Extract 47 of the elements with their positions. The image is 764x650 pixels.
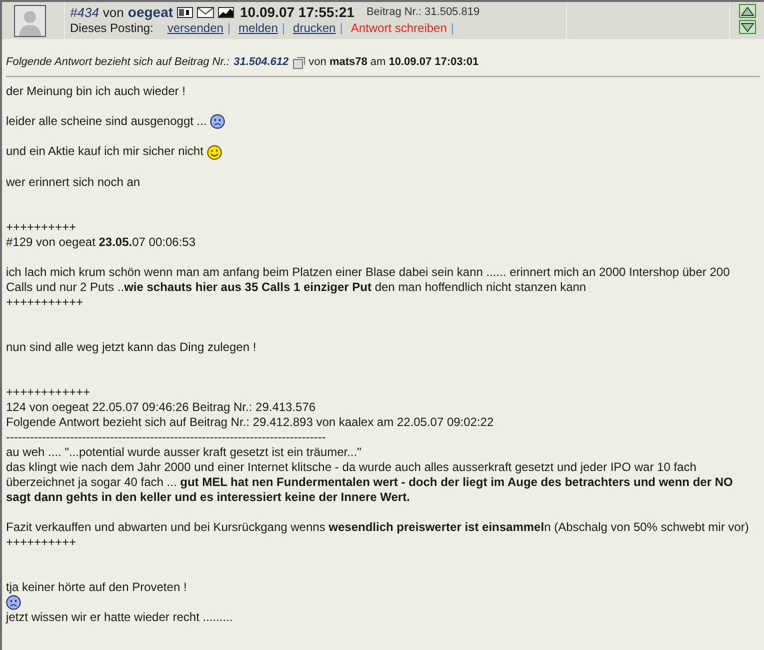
post-text: tja keiner hörte auf den Proveten ! bbox=[6, 580, 187, 594]
post-text: ++++++++++++ bbox=[6, 384, 90, 399]
post-text: das klingt wie nach dem Jahr 2000 und einer Internet klitsche - da wurde auch alles ausserkraft gesetzt und jeder IPO war 10 fach überzeichnet ja sogar 40 fach ... gut MEL hat nen Fundermentalen wert - doch der liegt im Auge des betrachters und wenn der NO sagt dann gehts in den keller und es interessiert keine der Innere Wert. bbox=[6, 460, 733, 504]
quote-author-date: von mats78 am 10.09.07 17:03:01 bbox=[308, 55, 479, 70]
triangle-down-icon bbox=[740, 22, 754, 32]
post-text: -------------------------------------------------------------------------------- bbox=[6, 430, 326, 444]
sad-face-icon bbox=[6, 594, 21, 610]
post-id: Beitrag Nr.: 31.505.819 bbox=[366, 5, 480, 20]
profile-icon[interactable] bbox=[177, 7, 194, 18]
winking-face-icon bbox=[206, 144, 222, 160]
by-label: von bbox=[102, 5, 124, 20]
post-text: Folgende Antwort bezieht sich auf Beitrag Nr.: 29.412.893 von kaalex am 22.05.07 09:02:22 bbox=[6, 414, 494, 429]
actions-label: Dieses Posting: bbox=[70, 21, 154, 36]
scroll-down-button[interactable] bbox=[738, 20, 756, 34]
scroll-up-button[interactable] bbox=[738, 4, 756, 18]
post-text: ++++++++++ bbox=[6, 534, 76, 549]
post-timestamp: 10.09.07 17:55:21 bbox=[240, 5, 354, 20]
post-text: +++++++++++ bbox=[6, 294, 84, 309]
chart-icon[interactable] bbox=[218, 7, 234, 18]
post-text: Fazit verkauffen und abwarten und bei Kursrückgang wenns wesendlich preiswerter ist einsammeln (Abschalg von 50% schwebt mir vor) bbox=[6, 520, 749, 534]
post-text: leider alle scheine sind ausgenoggt ... bbox=[6, 114, 207, 128]
sad-face-icon bbox=[210, 114, 226, 130]
post-number: #434 bbox=[70, 5, 99, 20]
post-text: #129 von oegeat 23.05.07 00:06:53 bbox=[6, 234, 196, 249]
mail-icon[interactable] bbox=[197, 7, 214, 18]
post-text: wer erinnert sich noch an bbox=[6, 174, 140, 189]
separator: | bbox=[340, 21, 343, 36]
action-link[interactable]: melden bbox=[238, 21, 278, 36]
quoted-post-link[interactable]: 31.504.612 bbox=[234, 55, 289, 70]
separator: | bbox=[282, 21, 286, 36]
action-link[interactable]: versenden bbox=[167, 21, 224, 36]
document-icon[interactable] bbox=[292, 56, 305, 68]
separator: | bbox=[227, 21, 231, 36]
post-text: au weh .... "...potential wurde ausser kraft gesetzt ist ein träumer..." bbox=[6, 444, 362, 459]
triangle-up-icon bbox=[740, 6, 754, 16]
author-link[interactable]: oegeat bbox=[128, 5, 174, 20]
separator: | bbox=[450, 21, 454, 36]
post-text: ++++++++++ bbox=[6, 220, 76, 234]
action-link[interactable]: drucken bbox=[293, 21, 336, 36]
avatar-icon bbox=[14, 4, 46, 36]
post-text: nun sind alle weg jetzt kann das Ding zulegen ! bbox=[6, 340, 256, 354]
post-text: und ein Aktie kauf ich mir sicher nicht bbox=[6, 144, 204, 158]
post-text: ich lach mich krum schön wenn man am anfang beim Platzen einer Blase dabei sein kann ...... erinnert mich an 2000 Intershop über 200 Calls und nur 2 Puts ..wie schauts hier aus 35 Calls 1 einziger Put den man hoffendlich nicht stanzen kann bbox=[6, 264, 730, 294]
quote-prefix: Folgende Antwort bezieht sich auf Beitrag Nr.: bbox=[6, 55, 230, 70]
post-text: 124 von oegeat 22.05.07 09:46:26 Beitrag Nr.: 29.413.576 bbox=[6, 400, 316, 414]
post-text: jetzt wissen wir er hatte wieder recht ......... bbox=[6, 610, 233, 624]
post-text: der Meinung bin ich auch wieder ! bbox=[6, 84, 186, 98]
